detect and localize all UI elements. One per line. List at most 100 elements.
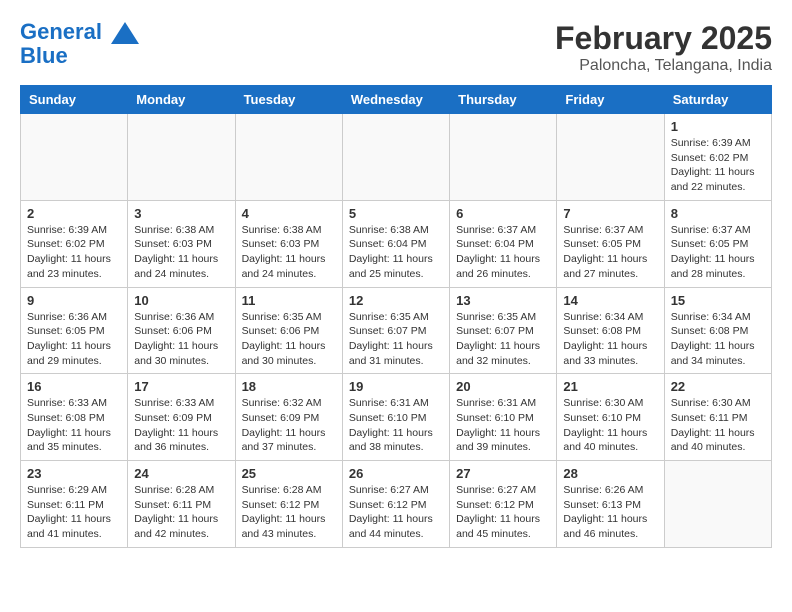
logo-general: General <box>20 19 102 44</box>
calendar-cell: 25 Sunrise: 6:28 AM Sunset: 6:12 PM Dayli… <box>235 461 342 548</box>
week-row-1: 1 Sunrise: 6:39 AM Sunset: 6:02 PM Daylig… <box>21 114 772 201</box>
day-info: Sunrise: 6:36 AM Sunset: 6:05 PM Dayligh… <box>27 310 121 369</box>
day-info: Sunrise: 6:33 AM Sunset: 6:08 PM Dayligh… <box>27 396 121 455</box>
weekday-header-sunday: Sunday <box>21 86 128 114</box>
day-info: Sunrise: 6:39 AM Sunset: 6:02 PM Dayligh… <box>27 223 121 282</box>
day-info: Sunrise: 6:35 AM Sunset: 6:06 PM Dayligh… <box>242 310 336 369</box>
calendar-cell <box>664 461 771 548</box>
calendar-cell: 16 Sunrise: 6:33 AM Sunset: 6:08 PM Dayli… <box>21 374 128 461</box>
day-info: Sunrise: 6:31 AM Sunset: 6:10 PM Dayligh… <box>349 396 443 455</box>
calendar-cell: 1 Sunrise: 6:39 AM Sunset: 6:02 PM Daylig… <box>664 114 771 201</box>
weekday-header-thursday: Thursday <box>450 86 557 114</box>
calendar-cell <box>21 114 128 201</box>
day-number: 21 <box>563 379 657 394</box>
day-number: 26 <box>349 466 443 481</box>
day-info: Sunrise: 6:35 AM Sunset: 6:07 PM Dayligh… <box>349 310 443 369</box>
title-block: February 2025 Paloncha, Telangana, India <box>555 20 772 75</box>
calendar-cell: 20 Sunrise: 6:31 AM Sunset: 6:10 PM Dayli… <box>450 374 557 461</box>
day-info: Sunrise: 6:27 AM Sunset: 6:12 PM Dayligh… <box>456 483 550 542</box>
day-number: 11 <box>242 293 336 308</box>
day-number: 2 <box>27 206 121 221</box>
day-info: Sunrise: 6:34 AM Sunset: 6:08 PM Dayligh… <box>563 310 657 369</box>
day-number: 4 <box>242 206 336 221</box>
day-info: Sunrise: 6:28 AM Sunset: 6:12 PM Dayligh… <box>242 483 336 542</box>
calendar-cell: 17 Sunrise: 6:33 AM Sunset: 6:09 PM Dayli… <box>128 374 235 461</box>
month-title: February 2025 <box>555 20 772 57</box>
day-number: 1 <box>671 119 765 134</box>
calendar-cell: 3Sunrise: 6:38 AM Sunset: 6:03 PM Daylig… <box>128 200 235 287</box>
calendar-cell: 27 Sunrise: 6:27 AM Sunset: 6:12 PM Dayli… <box>450 461 557 548</box>
calendar-cell: 9 Sunrise: 6:36 AM Sunset: 6:05 PM Daylig… <box>21 287 128 374</box>
day-number: 28 <box>563 466 657 481</box>
calendar-cell <box>128 114 235 201</box>
calendar-cell: 7 Sunrise: 6:37 AM Sunset: 6:05 PM Daylig… <box>557 200 664 287</box>
calendar-cell: 10 Sunrise: 6:36 AM Sunset: 6:06 PM Dayli… <box>128 287 235 374</box>
day-number: 6 <box>456 206 550 221</box>
day-info: Sunrise: 6:33 AM Sunset: 6:09 PM Dayligh… <box>134 396 228 455</box>
week-row-2: 2 Sunrise: 6:39 AM Sunset: 6:02 PM Daylig… <box>21 200 772 287</box>
page-header: General Blue February 2025 Paloncha, Tel… <box>20 20 772 75</box>
calendar-cell: 23 Sunrise: 6:29 AM Sunset: 6:11 PM Dayli… <box>21 461 128 548</box>
day-number: 19 <box>349 379 443 394</box>
calendar-cell: 28 Sunrise: 6:26 AM Sunset: 6:13 PM Dayli… <box>557 461 664 548</box>
logo-blue: Blue <box>20 44 139 68</box>
day-info: Sunrise: 6:27 AM Sunset: 6:12 PM Dayligh… <box>349 483 443 542</box>
day-info: Sunrise: 6:29 AM Sunset: 6:11 PM Dayligh… <box>27 483 121 542</box>
weekday-header-tuesday: Tuesday <box>235 86 342 114</box>
calendar-cell: 26 Sunrise: 6:27 AM Sunset: 6:12 PM Dayli… <box>342 461 449 548</box>
calendar-cell: 19 Sunrise: 6:31 AM Sunset: 6:10 PM Dayli… <box>342 374 449 461</box>
week-row-4: 16 Sunrise: 6:33 AM Sunset: 6:08 PM Dayli… <box>21 374 772 461</box>
weekday-header-saturday: Saturday <box>664 86 771 114</box>
day-number: 10 <box>134 293 228 308</box>
day-info: Sunrise: 6:30 AM Sunset: 6:10 PM Dayligh… <box>563 396 657 455</box>
calendar-cell: 6 Sunrise: 6:37 AM Sunset: 6:04 PM Daylig… <box>450 200 557 287</box>
logo-icon <box>111 22 139 44</box>
calendar-cell: 4Sunrise: 6:38 AM Sunset: 6:03 PM Daylig… <box>235 200 342 287</box>
calendar-cell <box>342 114 449 201</box>
day-info: Sunrise: 6:37 AM Sunset: 6:04 PM Dayligh… <box>456 223 550 282</box>
day-info: Sunrise: 6:28 AM Sunset: 6:11 PM Dayligh… <box>134 483 228 542</box>
day-number: 24 <box>134 466 228 481</box>
weekday-header-monday: Monday <box>128 86 235 114</box>
calendar-table: SundayMondayTuesdayWednesdayThursdayFrid… <box>20 85 772 548</box>
day-number: 9 <box>27 293 121 308</box>
location-subtitle: Paloncha, Telangana, India <box>555 57 772 75</box>
day-number: 13 <box>456 293 550 308</box>
day-info: Sunrise: 6:39 AM Sunset: 6:02 PM Dayligh… <box>671 136 765 195</box>
day-info: Sunrise: 6:36 AM Sunset: 6:06 PM Dayligh… <box>134 310 228 369</box>
day-number: 16 <box>27 379 121 394</box>
week-row-5: 23 Sunrise: 6:29 AM Sunset: 6:11 PM Dayli… <box>21 461 772 548</box>
calendar-cell: 24 Sunrise: 6:28 AM Sunset: 6:11 PM Dayli… <box>128 461 235 548</box>
day-info: Sunrise: 6:37 AM Sunset: 6:05 PM Dayligh… <box>563 223 657 282</box>
day-number: 22 <box>671 379 765 394</box>
calendar-cell <box>557 114 664 201</box>
day-info: Sunrise: 6:26 AM Sunset: 6:13 PM Dayligh… <box>563 483 657 542</box>
day-number: 7 <box>563 206 657 221</box>
day-info: Sunrise: 6:38 AM Sunset: 6:04 PM Dayligh… <box>349 223 443 282</box>
day-info: Sunrise: 6:37 AM Sunset: 6:05 PM Dayligh… <box>671 223 765 282</box>
calendar-cell: 18Sunrise: 6:32 AM Sunset: 6:09 PM Dayli… <box>235 374 342 461</box>
day-number: 25 <box>242 466 336 481</box>
calendar-cell: 13Sunrise: 6:35 AM Sunset: 6:07 PM Dayli… <box>450 287 557 374</box>
weekday-header-wednesday: Wednesday <box>342 86 449 114</box>
day-info: Sunrise: 6:38 AM Sunset: 6:03 PM Dayligh… <box>134 223 228 282</box>
calendar-cell: 22Sunrise: 6:30 AM Sunset: 6:11 PM Dayli… <box>664 374 771 461</box>
day-info: Sunrise: 6:32 AM Sunset: 6:09 PM Dayligh… <box>242 396 336 455</box>
calendar-cell: 21 Sunrise: 6:30 AM Sunset: 6:10 PM Dayli… <box>557 374 664 461</box>
day-number: 14 <box>563 293 657 308</box>
calendar-cell: 5Sunrise: 6:38 AM Sunset: 6:04 PM Daylig… <box>342 200 449 287</box>
day-number: 23 <box>27 466 121 481</box>
day-info: Sunrise: 6:31 AM Sunset: 6:10 PM Dayligh… <box>456 396 550 455</box>
calendar-cell: 12Sunrise: 6:35 AM Sunset: 6:07 PM Dayli… <box>342 287 449 374</box>
day-number: 17 <box>134 379 228 394</box>
week-row-3: 9 Sunrise: 6:36 AM Sunset: 6:05 PM Daylig… <box>21 287 772 374</box>
day-number: 8 <box>671 206 765 221</box>
weekday-header-friday: Friday <box>557 86 664 114</box>
calendar-cell: 8 Sunrise: 6:37 AM Sunset: 6:05 PM Daylig… <box>664 200 771 287</box>
day-number: 20 <box>456 379 550 394</box>
day-info: Sunrise: 6:34 AM Sunset: 6:08 PM Dayligh… <box>671 310 765 369</box>
calendar-cell: 2 Sunrise: 6:39 AM Sunset: 6:02 PM Daylig… <box>21 200 128 287</box>
calendar-cell <box>235 114 342 201</box>
logo: General Blue <box>20 20 139 68</box>
day-number: 27 <box>456 466 550 481</box>
